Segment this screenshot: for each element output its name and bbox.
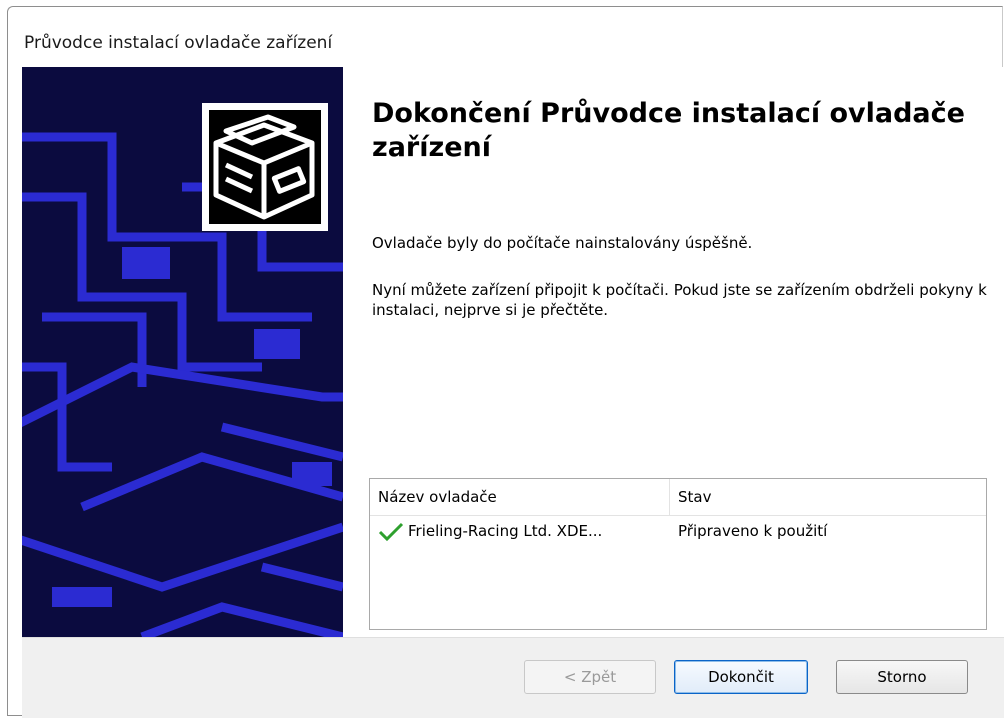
driver-name-cell: Frieling-Racing Ltd. XDE...: [378, 516, 670, 546]
instructions-message: Nyní můžete zařízení připojit k počítači…: [372, 281, 987, 319]
driver-list[interactable]: Název ovladače Stav Frieling-Racing Ltd.…: [369, 478, 987, 630]
device-driver-icon: [202, 103, 328, 231]
success-message: Ovladače byly do počítače nainstalovány …: [372, 234, 753, 252]
title-bar[interactable]: Průvodce instalací ovladače zařízení: [8, 7, 1002, 67]
page-heading: Dokončení Průvodce instalací ovladače za…: [372, 98, 965, 163]
wizard-banner: [22, 67, 343, 637]
button-bar: < Zpět Dokončit Storno: [22, 637, 1004, 718]
wizard-content: Dokončení Průvodce instalací ovladače za…: [22, 67, 1004, 637]
column-header-driver-name[interactable]: Název ovladače: [370, 479, 670, 515]
back-button[interactable]: < Zpět: [524, 660, 656, 694]
driver-name-text: Frieling-Racing Ltd. XDE...: [408, 522, 603, 540]
driver-status-cell: Připraveno k použití: [678, 522, 828, 540]
check-icon: [378, 522, 404, 541]
finish-button[interactable]: Dokončit: [674, 660, 808, 694]
list-item[interactable]: Frieling-Racing Ltd. XDE... Připraveno k…: [370, 516, 986, 546]
window-title: Průvodce instalací ovladače zařízení: [24, 33, 333, 53]
column-header-status[interactable]: Stav: [670, 479, 986, 515]
list-header: Název ovladače Stav: [370, 479, 986, 516]
wizard-window: Průvodce instalací ovladače zařízení Dok…: [7, 6, 1004, 718]
cancel-button[interactable]: Storno: [836, 660, 968, 694]
